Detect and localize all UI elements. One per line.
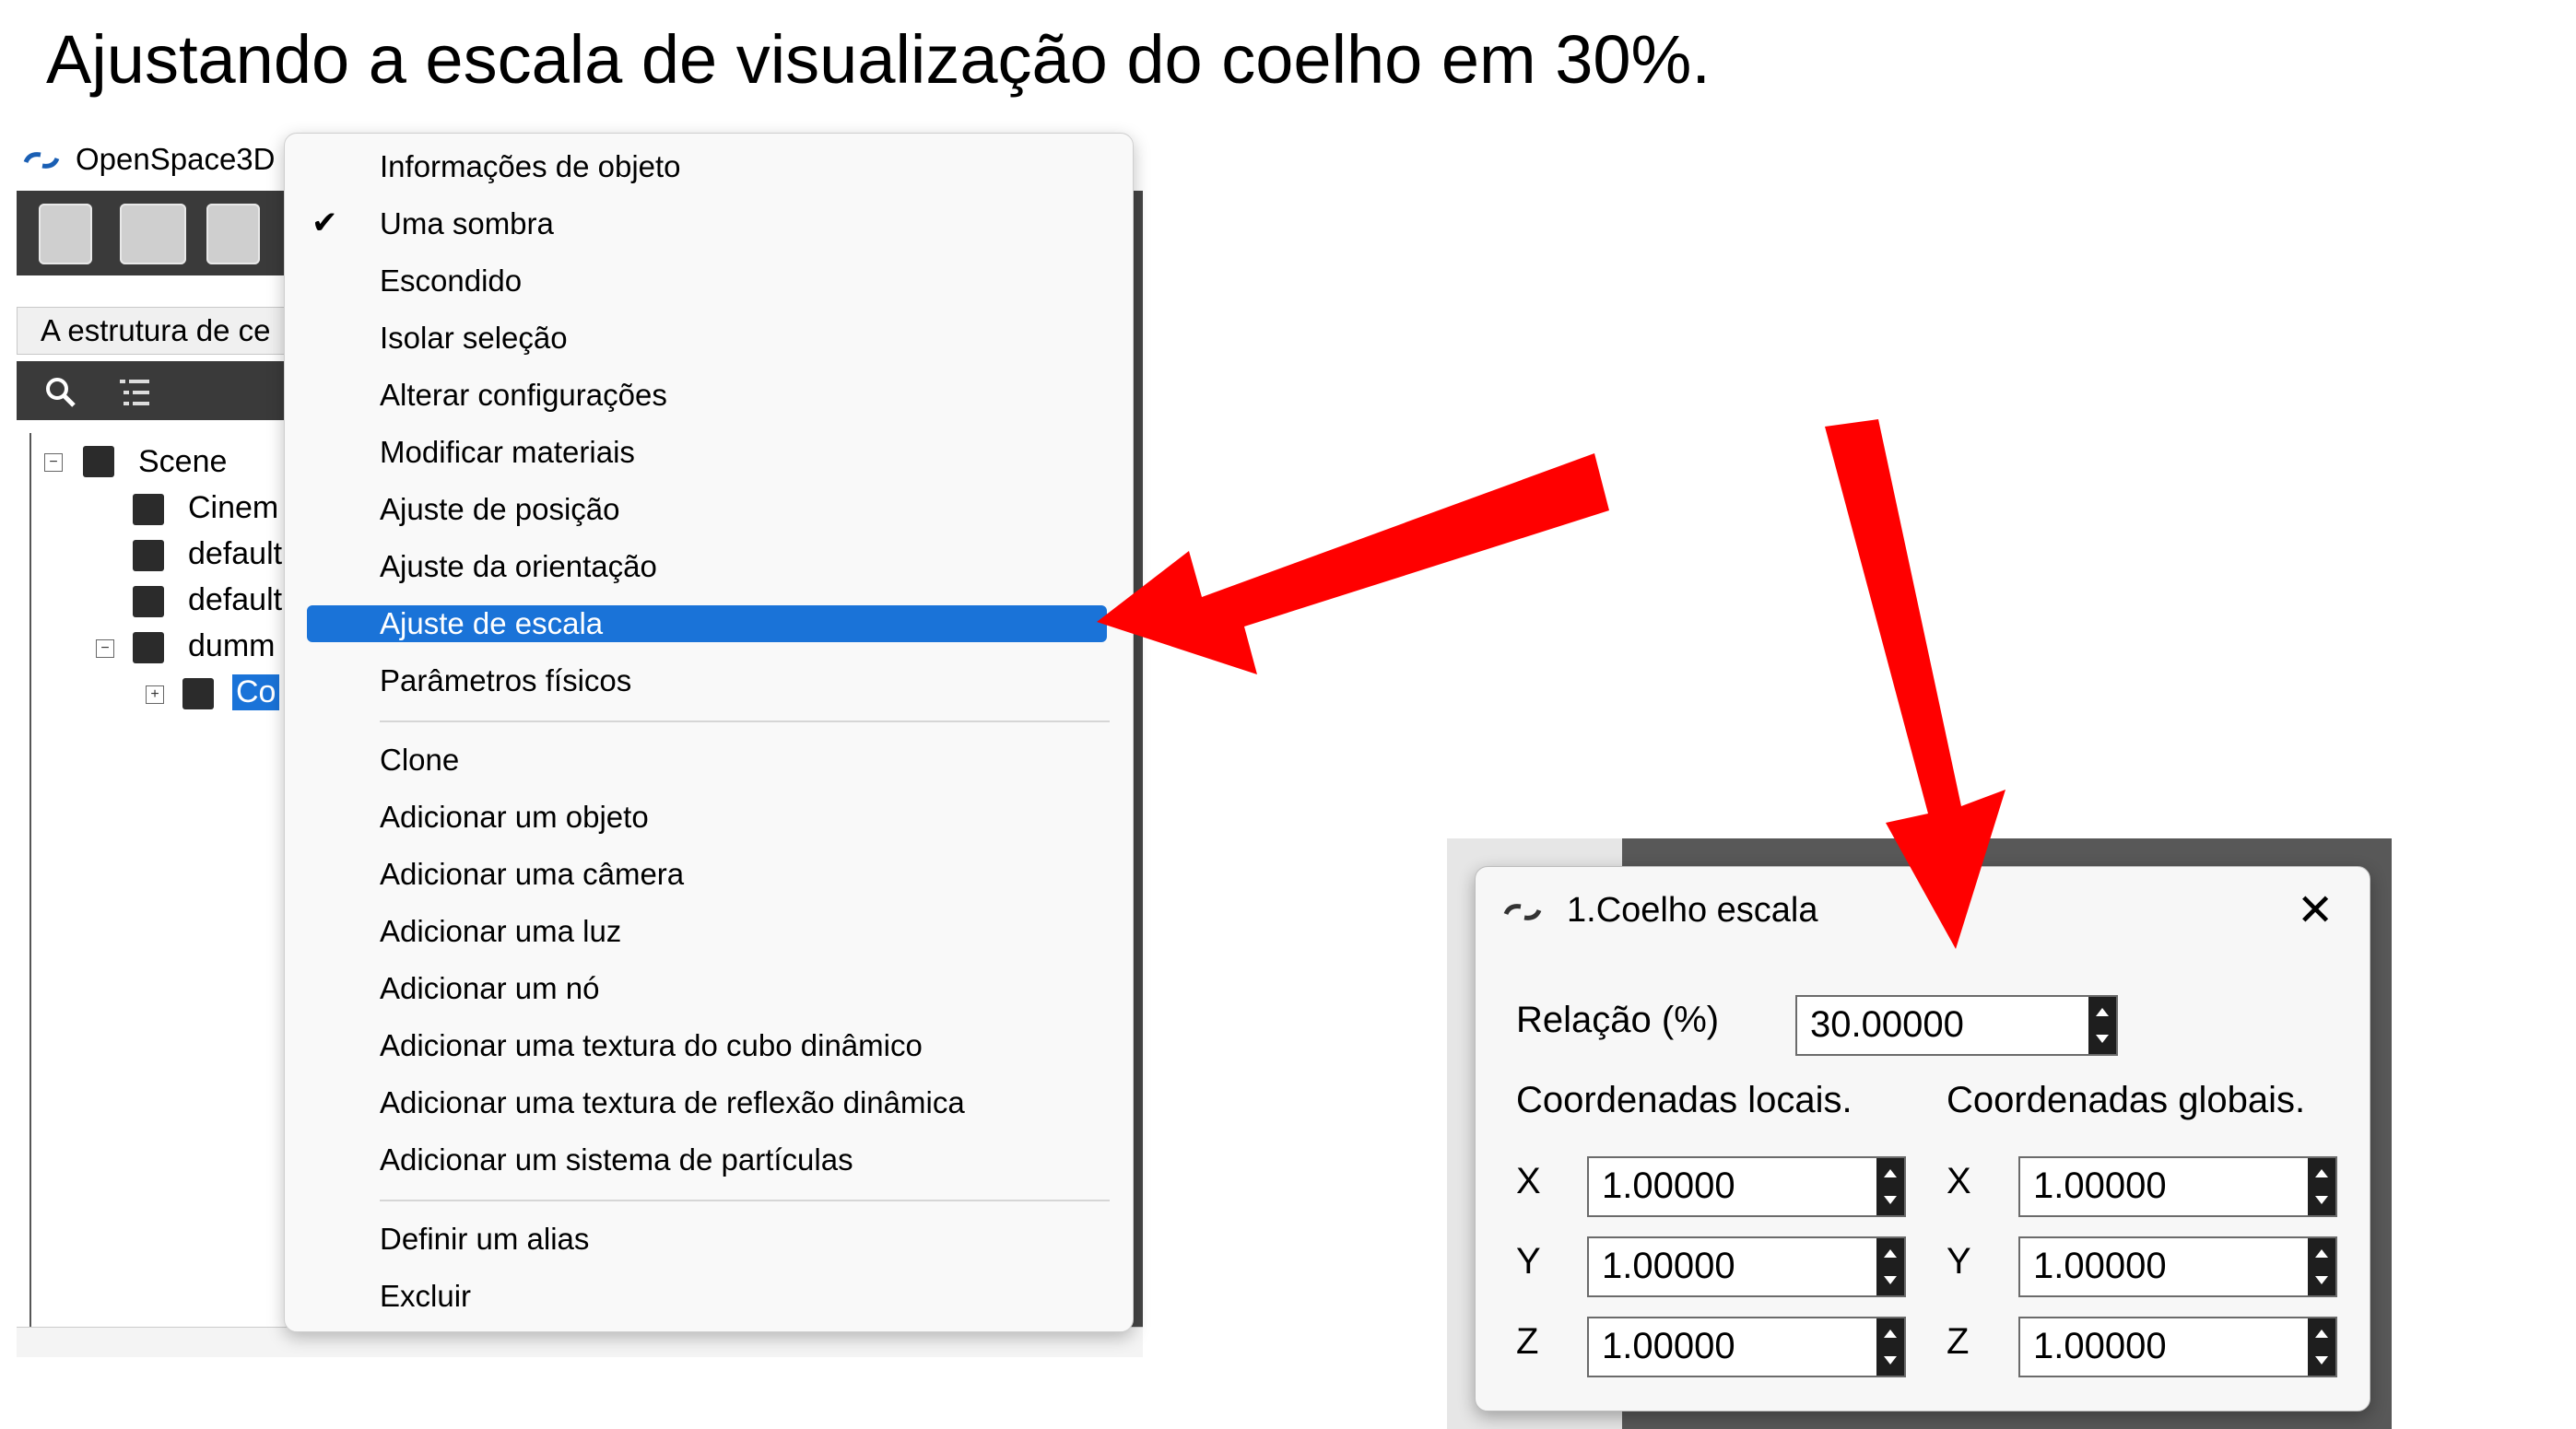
global-z-input[interactable]: 1.00000: [2018, 1317, 2337, 1377]
new-file-button[interactable]: [39, 204, 92, 264]
openspace3d-logo-icon: [1503, 904, 1542, 920]
ratio-value: 30.00000: [1810, 1004, 1964, 1045]
local-x-value: 1.00000: [1602, 1165, 1735, 1206]
arrow-to-ratio-field-icon: [1825, 419, 2006, 949]
local-coords-header: Coordenadas locais.: [1516, 1080, 1853, 1120]
light-node-icon: [133, 586, 164, 617]
menu-item-alias[interactable]: Definir um alias: [380, 1222, 589, 1257]
tree-item-scene[interactable]: Scene: [138, 444, 227, 480]
open-file-button[interactable]: [120, 204, 186, 264]
menu-separator: [380, 720, 1110, 722]
menu-item-add-particles[interactable]: Adicionar um sistema de partículas: [380, 1142, 853, 1177]
tree-item[interactable]: default: [188, 536, 282, 572]
menu-item-scale[interactable]: Ajuste de escala: [380, 606, 603, 641]
global-z-value: 1.00000: [2033, 1326, 2167, 1366]
menu-item-position[interactable]: Ajuste de posição: [380, 492, 620, 527]
global-coords-header: Coordenadas globais.: [1947, 1080, 2306, 1120]
menu-item-add-cube-texture[interactable]: Adicionar uma textura do cubo dinâmico: [380, 1028, 923, 1063]
tree-item[interactable]: dumm: [188, 628, 275, 664]
save-file-button[interactable]: [206, 204, 260, 264]
menu-item-settings[interactable]: Alterar configurações: [380, 378, 667, 413]
tree-item[interactable]: default: [188, 582, 282, 618]
arrow-to-scale-menu-icon: [1097, 453, 1609, 674]
tree-expand-toggle[interactable]: +: [146, 685, 164, 704]
spinner-arrows-icon[interactable]: [2088, 997, 2116, 1054]
menu-item-delete[interactable]: Excluir: [380, 1279, 471, 1314]
menu-item-isolate[interactable]: Isolar seleção: [380, 321, 568, 356]
menu-item-materials[interactable]: Modificar materiais: [380, 435, 635, 470]
spinner-arrows-icon[interactable]: [1876, 1238, 1904, 1295]
local-y-value: 1.00000: [1602, 1246, 1735, 1286]
menu-item-physics[interactable]: Parâmetros físicos: [380, 663, 631, 698]
local-axis-z-label: Z: [1516, 1321, 1539, 1362]
global-axis-x-label: X: [1947, 1161, 1971, 1201]
menu-item-add-light[interactable]: Adicionar uma luz: [380, 914, 621, 949]
spinner-arrows-icon[interactable]: [2308, 1158, 2335, 1215]
list-icon[interactable]: [116, 374, 153, 411]
menu-item-orientation[interactable]: Ajuste da orientação: [380, 549, 657, 584]
scene-node-icon: [83, 446, 114, 477]
menu-item-clone[interactable]: Clone: [380, 743, 459, 778]
global-axis-z-label: Z: [1947, 1321, 1970, 1362]
menu-item-shadow[interactable]: Uma sombra: [380, 206, 554, 241]
menu-item-add-object[interactable]: Adicionar um objeto: [380, 800, 649, 835]
global-axis-y-label: Y: [1947, 1241, 1971, 1282]
app-title: OpenSpace3D I: [76, 142, 292, 176]
tree-item[interactable]: Cinem: [188, 490, 278, 526]
global-x-input[interactable]: 1.00000: [2018, 1156, 2337, 1217]
global-x-value: 1.00000: [2033, 1165, 2167, 1206]
camera-node-icon: [133, 540, 164, 571]
tree-item-selected[interactable]: Co: [232, 674, 280, 710]
panel-toolbar: [17, 361, 284, 420]
spinner-arrows-icon[interactable]: [1876, 1318, 1904, 1376]
local-z-value: 1.00000: [1602, 1326, 1735, 1366]
menu-item-add-reflection-texture[interactable]: Adicionar uma textura de reflexão dinâmi…: [380, 1085, 965, 1120]
mesh-node-icon: [182, 678, 214, 709]
tab-scene-structure-label: A estrutura de ce: [41, 313, 271, 347]
spinner-arrows-icon[interactable]: [2308, 1238, 2335, 1295]
menu-item-object-info[interactable]: Informações de objeto: [380, 149, 681, 184]
local-y-input[interactable]: 1.00000: [1587, 1236, 1906, 1297]
openspace3d-logo-icon: [23, 152, 60, 169]
camera-node-icon: [133, 494, 164, 525]
global-y-value: 1.00000: [2033, 1246, 2167, 1286]
spinner-arrows-icon[interactable]: [2308, 1318, 2335, 1376]
local-axis-y-label: Y: [1516, 1241, 1541, 1282]
menu-separator: [380, 1200, 1110, 1201]
slide-title: Ajustando a escala de visualização do co…: [46, 21, 1711, 98]
menu-item-add-node[interactable]: Adicionar um nó: [380, 971, 599, 1006]
tree-collapse-toggle[interactable]: −: [96, 639, 114, 658]
close-icon[interactable]: ✕: [2297, 884, 2334, 936]
spinner-arrows-icon[interactable]: [1876, 1158, 1904, 1215]
local-axis-x-label: X: [1516, 1161, 1541, 1201]
local-z-input[interactable]: 1.00000: [1587, 1317, 1906, 1377]
local-x-input[interactable]: 1.00000: [1587, 1156, 1906, 1217]
ratio-input[interactable]: 30.00000: [1795, 995, 2118, 1056]
tree-collapse-toggle[interactable]: −: [44, 453, 63, 472]
menu-item-add-camera[interactable]: Adicionar uma câmera: [380, 857, 684, 892]
check-icon: ✔: [312, 205, 338, 240]
ratio-label: Relação (%): [1516, 1000, 1720, 1040]
global-y-input[interactable]: 1.00000: [2018, 1236, 2337, 1297]
menu-item-hidden[interactable]: Escondido: [380, 264, 522, 299]
scene-tree: − Scene Cinem default default − dumm + C…: [29, 433, 289, 1354]
search-icon[interactable]: [42, 374, 79, 411]
dialog-title: 1.Coelho escala: [1567, 891, 1818, 930]
dummy-node-icon: [133, 632, 164, 663]
